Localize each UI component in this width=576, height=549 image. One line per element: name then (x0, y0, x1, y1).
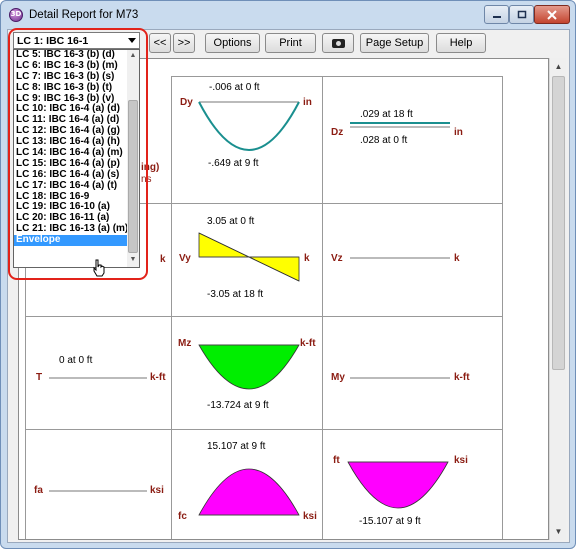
dropdown-scroll-down-icon[interactable]: ▼ (127, 254, 139, 266)
close-icon (547, 9, 557, 20)
vz-line (350, 257, 450, 259)
minimize-icon (492, 15, 501, 18)
previous-button[interactable]: << (149, 33, 171, 53)
window-title: Detail Report for M73 (29, 9, 139, 21)
fc-compression-stress-diagram: 15.107 at 9 ft fc ksi (172, 429, 322, 539)
my-moment-diagram: My k-ft (323, 316, 502, 429)
title-bar[interactable]: 3D Detail Report for M73 (1, 1, 575, 29)
dropdown-scrollbar[interactable]: ▲ ▼ (127, 50, 139, 267)
options-button[interactable]: Options (205, 33, 260, 53)
fc-label: fc (178, 511, 187, 522)
ft-min-value: -15.107 at 9 ft (359, 516, 421, 527)
dz-min-value: .028 at 0 ft (360, 135, 408, 146)
load-combination-select[interactable]: LC 1: IBC 16-1 (13, 32, 140, 49)
page-setup-button[interactable]: Page Setup (360, 33, 429, 53)
dropdown-option[interactable]: LC 17: IBC 16-4 (a) (t) (14, 180, 127, 192)
scroll-thumb[interactable] (552, 76, 565, 370)
vy-shear-diagram: 3.05 at 0 ft Vy k -3.05 at 18 ft (172, 203, 322, 316)
grid-line (502, 76, 503, 539)
maximize-icon (517, 10, 526, 18)
minimize-button[interactable] (484, 5, 509, 24)
mz-moment-diagram: Mz k-ft -13.724 at 9 ft (172, 316, 322, 429)
snapshot-button[interactable] (322, 33, 354, 53)
dropdown-option[interactable]: Envelope (14, 234, 127, 247)
close-button[interactable] (534, 5, 570, 24)
t-torque-diagram: 0 at 0 ft T k-ft (26, 316, 171, 429)
report-window: 3D Detail Report for M73 << >> Options P… (0, 0, 576, 549)
dropdown-scroll-up-icon[interactable]: ▲ (127, 50, 139, 62)
mz-moment-shape (198, 344, 300, 390)
my-line (350, 377, 450, 379)
ft-tension-stress-diagram: ft ksi -15.107 at 9 ft (323, 429, 502, 539)
maximize-button[interactable] (509, 5, 534, 24)
chevron-down-icon[interactable] (128, 38, 136, 43)
scroll-up-arrow-icon[interactable]: ▲ (550, 58, 567, 75)
dy-min-value: -.649 at 9 ft (208, 158, 259, 169)
dropdown-list[interactable]: LC 5: IBC 16-3 (b) (d) LC 6: IBC 16-3 (b)… (14, 50, 127, 267)
camera-icon (331, 38, 345, 48)
column-heading-fragment: ing) (141, 162, 160, 173)
vz-unit: k (454, 253, 460, 264)
fc-stress-shape (198, 468, 300, 516)
t-unit: k-ft (150, 372, 166, 383)
load-combination-dropdown[interactable]: LC 5: IBC 16-3 (b) (d) LC 6: IBC 16-3 (b)… (13, 49, 140, 268)
fa-unit: ksi (150, 485, 164, 496)
next-button[interactable]: >> (173, 33, 195, 53)
app-icon: 3D (9, 8, 23, 22)
dz-deflection-diagram: .029 at 18 ft Dz in .028 at 0 ft (323, 76, 502, 203)
column-heading-fragment: ns (141, 174, 152, 185)
print-button[interactable]: Print (265, 33, 316, 53)
dropdown-scroll-thumb[interactable] (128, 100, 138, 253)
left-row2-unit: k (160, 254, 166, 265)
my-unit: k-ft (454, 372, 470, 383)
dy-deflection-diagram: -.006 at 0 ft Dy in -.649 at 9 ft (172, 76, 322, 203)
vz-shear-diagram: Vz k (323, 203, 502, 316)
dropdown-option[interactable]: LC 8: IBC 16-3 (b) (t) (14, 82, 127, 94)
help-button[interactable]: Help (436, 33, 486, 53)
scroll-down-arrow-icon[interactable]: ▼ (550, 523, 567, 540)
hand-cursor-icon (93, 259, 105, 277)
dz-line (350, 122, 450, 128)
vy-min-value: -3.05 at 18 ft (207, 289, 264, 300)
report-scrollbar[interactable]: ▲ ▼ (549, 58, 566, 540)
fa-axial-stress-diagram: fa ksi (26, 429, 171, 539)
dy-curve (198, 101, 300, 151)
fc-unit: ksi (303, 511, 317, 522)
load-combination-value: LC 1: IBC 16-1 (17, 35, 89, 47)
mz-min-value: -13.724 at 9 ft (207, 400, 269, 411)
